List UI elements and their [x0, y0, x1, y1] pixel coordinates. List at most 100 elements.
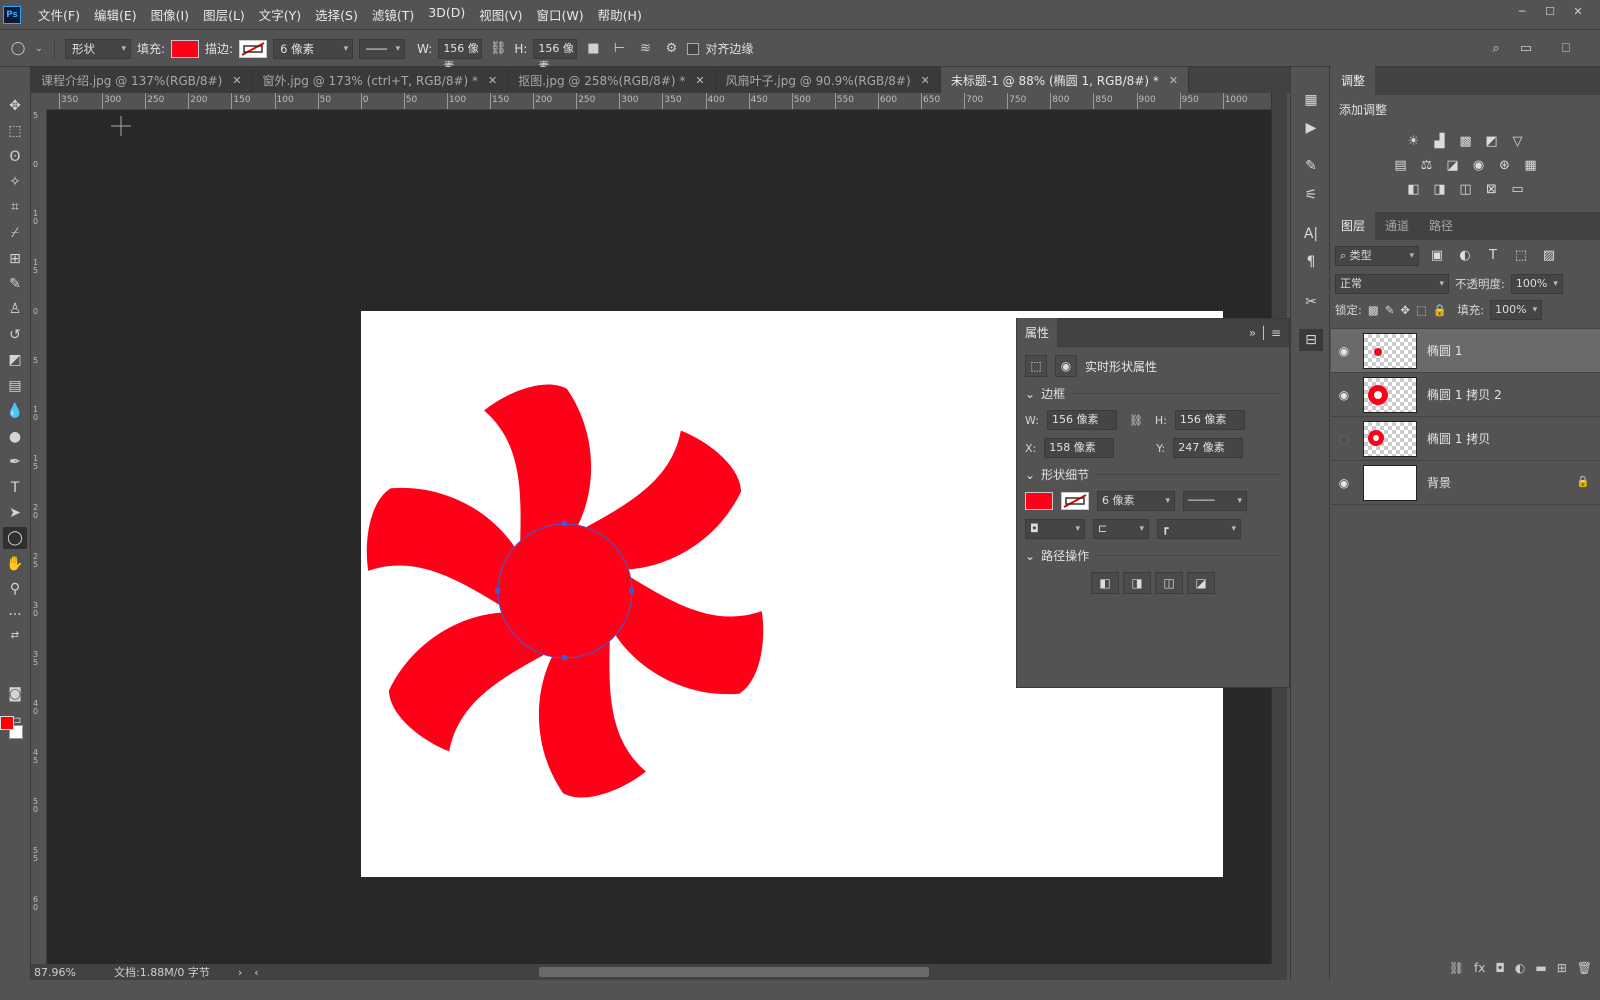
link-icon[interactable]: ⛓ [488, 39, 508, 59]
tab-course-intro[interactable]: 课程介绍.jpg @ 137%(RGB/8#) ✕ [31, 67, 253, 93]
properties-tab[interactable]: 属性 [1017, 318, 1058, 347]
photo-filter-icon[interactable]: ◉ [1469, 156, 1489, 176]
path-selection-icon[interactable]: ➤ [3, 502, 27, 524]
marquee-tool-icon[interactable]: ⬚ [3, 120, 27, 142]
ellipse-tool-icon[interactable]: ◯ [8, 39, 28, 59]
menu-help[interactable]: 帮助(H) [591, 5, 649, 24]
artboard-lock-icon[interactable]: ⬚ [1416, 303, 1427, 317]
y-field[interactable]: 247 像素 [1173, 438, 1244, 458]
delete-layer-icon[interactable]: 🗑 [1577, 961, 1592, 975]
fill-field[interactable]: 100% ▾ [1490, 300, 1543, 320]
close-icon[interactable]: ✕ [695, 74, 704, 87]
magic-wand-icon[interactable]: ✧ [3, 171, 27, 193]
exclude-overlap-icon[interactable]: ◪ [1187, 572, 1215, 594]
menu-3d[interactable]: 3D(D) [421, 5, 472, 24]
gradient-map-icon[interactable]: ▭ [1508, 180, 1528, 200]
new-adjustment-icon[interactable]: ◐ [1515, 961, 1525, 975]
mask-properties-icon[interactable]: ◉ [1055, 355, 1077, 377]
vertical-ruler[interactable]: 5 0 1 0 1 5 0 5 1 0 1 5 2 0 2 5 3 0 3 5 4 0 4 5 5 0 5 5… [31, 110, 47, 964]
shape-properties-icon[interactable]: ⬚ [1025, 355, 1047, 377]
eye-icon[interactable]: ◉ [1331, 388, 1357, 402]
clone-stamp-icon[interactable]: ♙ [3, 298, 27, 320]
layer-row[interactable]: ◉ 背景 🔒 [1331, 461, 1600, 505]
close-icon[interactable]: ✕ [488, 74, 497, 87]
zoom-tool-icon[interactable]: ⚲ [3, 578, 27, 600]
horizontal-ruler[interactable]: 350 300 250 200 150 100 50 0 50 100 150 200 250 300 35… [47, 93, 1287, 110]
path-operations-icon[interactable]: ■ [583, 39, 603, 59]
tab-adjustments[interactable]: 调整 [1331, 66, 1376, 95]
brush-tool-icon[interactable]: ✎ [3, 273, 27, 295]
history-icon[interactable]: ▦ [1299, 89, 1323, 111]
zoom-level[interactable]: 87.96% [34, 966, 104, 979]
layer-row[interactable]: ▢ 椭圆 1 拷贝 [1331, 417, 1600, 461]
pixel-filter-icon[interactable]: ▣ [1427, 246, 1447, 266]
horizontal-scrollbar-thumb[interactable] [539, 967, 929, 977]
play-actions-icon[interactable]: ▶ [1299, 117, 1323, 139]
healing-brush-icon[interactable]: ⊞ [3, 248, 27, 270]
anchor-point[interactable] [629, 588, 634, 593]
document-info[interactable]: 文档:1.88M/0 字节 [114, 964, 210, 980]
subtract-front-icon[interactable]: ◨ [1123, 572, 1151, 594]
close-icon[interactable]: ✕ [1169, 74, 1178, 87]
fill-color-swatch[interactable] [1025, 492, 1053, 510]
eye-icon[interactable]: ◉ [1331, 344, 1357, 358]
panel-menu-icon[interactable]: » │ ≡ [1249, 326, 1281, 340]
add-mask-icon[interactable]: ◘ [1495, 961, 1505, 975]
lock-image-icon[interactable]: ✎ [1385, 303, 1395, 317]
height-field[interactable]: 156 像素 [1174, 410, 1245, 430]
hand-tool-icon[interactable]: ✋ [3, 553, 27, 575]
foreground-color-swatch[interactable] [0, 716, 14, 730]
chevron-down-icon[interactable]: ⌄ [34, 39, 44, 59]
workspace-icon[interactable]: ▭ [1516, 39, 1536, 59]
new-group-icon[interactable]: ▬ [1535, 961, 1546, 975]
stroke-color-swatch[interactable] [1061, 492, 1089, 510]
layer-row[interactable]: ◉ 椭圆 1 [1331, 329, 1600, 373]
stroke-corner-select[interactable]: ┏ ▾ [1157, 519, 1241, 539]
stroke-type-select[interactable]: ─── ▾ [359, 38, 406, 59]
menu-image[interactable]: 图像(I) [144, 5, 196, 24]
menu-view[interactable]: 视图(V) [472, 5, 529, 24]
anchor-point[interactable] [562, 655, 567, 660]
exposure-icon[interactable]: ◩ [1482, 132, 1502, 152]
path-ops-header[interactable]: ⌄ 路径操作 [1017, 543, 1289, 568]
path-alignment-icon[interactable]: ⊢ [609, 39, 629, 59]
search-icon[interactable]: ⌕ [1486, 39, 1506, 59]
opacity-field[interactable]: 100% ▾ [1510, 274, 1563, 294]
selective-color-icon[interactable]: ⊠ [1482, 180, 1502, 200]
type-filter-icon[interactable]: T [1483, 246, 1503, 266]
menu-filter[interactable]: 滤镜(T) [365, 5, 421, 24]
fill-color-swatch[interactable] [171, 39, 200, 58]
quick-mask-icon[interactable]: ◙ [3, 683, 27, 705]
properties-icon[interactable]: ⊟ [1299, 329, 1323, 351]
posterize-icon[interactable]: ◨ [1430, 180, 1450, 200]
type-tool-icon[interactable]: T [3, 477, 27, 499]
stroke-width-select[interactable]: 6 像素 ▾ [1097, 491, 1175, 511]
menu-file[interactable]: 文件(F) [31, 5, 87, 24]
vibrance-icon[interactable]: ▽ [1508, 132, 1528, 152]
tool-mode-select[interactable]: 形状 ▾ [65, 38, 131, 59]
close-icon[interactable]: ✕ [232, 74, 241, 87]
character-icon[interactable]: A| [1299, 223, 1323, 245]
width-field[interactable]: 156 像素 [1046, 410, 1117, 430]
close-icon[interactable]: ✕ [1566, 4, 1590, 20]
layer-filter-select[interactable]: ⌕ 类型 ▾ [1335, 246, 1419, 266]
tab-cutout[interactable]: 抠图.jpg @ 258%(RGB/8#) * ✕ [508, 67, 716, 93]
dodge-tool-icon[interactable]: ● [3, 426, 27, 448]
stroke-type-select[interactable]: ──── ▾ [1183, 491, 1247, 511]
new-layer-icon[interactable]: ⊞ [1557, 961, 1567, 975]
anchor-point[interactable] [495, 588, 500, 593]
stroke-width-select[interactable]: 6 像素 ▾ [273, 38, 354, 59]
stroke-cap-select[interactable]: ⊏ ▾ [1093, 519, 1149, 539]
invert-icon[interactable]: ◧ [1404, 180, 1424, 200]
anchor-point[interactable] [562, 521, 567, 526]
levels-icon[interactable]: ▟ [1430, 132, 1450, 152]
history-brush-icon[interactable]: ↺ [3, 324, 27, 346]
crop-tool-icon[interactable]: ⌗ [3, 196, 27, 218]
menu-type[interactable]: 文字(Y) [252, 5, 308, 24]
brush-presets-icon[interactable]: ⚟ [1299, 184, 1323, 206]
eye-icon[interactable]: ◉ [1331, 476, 1357, 490]
adjustment-filter-icon[interactable]: ◐ [1455, 246, 1475, 266]
lock-all-icon[interactable]: 🔒 [1433, 303, 1447, 317]
layer-style-icon[interactable]: fx [1474, 961, 1485, 975]
tab-untitled-1[interactable]: 未标题-1 @ 88% (椭圆 1, RGB/8#) * ✕ [940, 67, 1190, 93]
